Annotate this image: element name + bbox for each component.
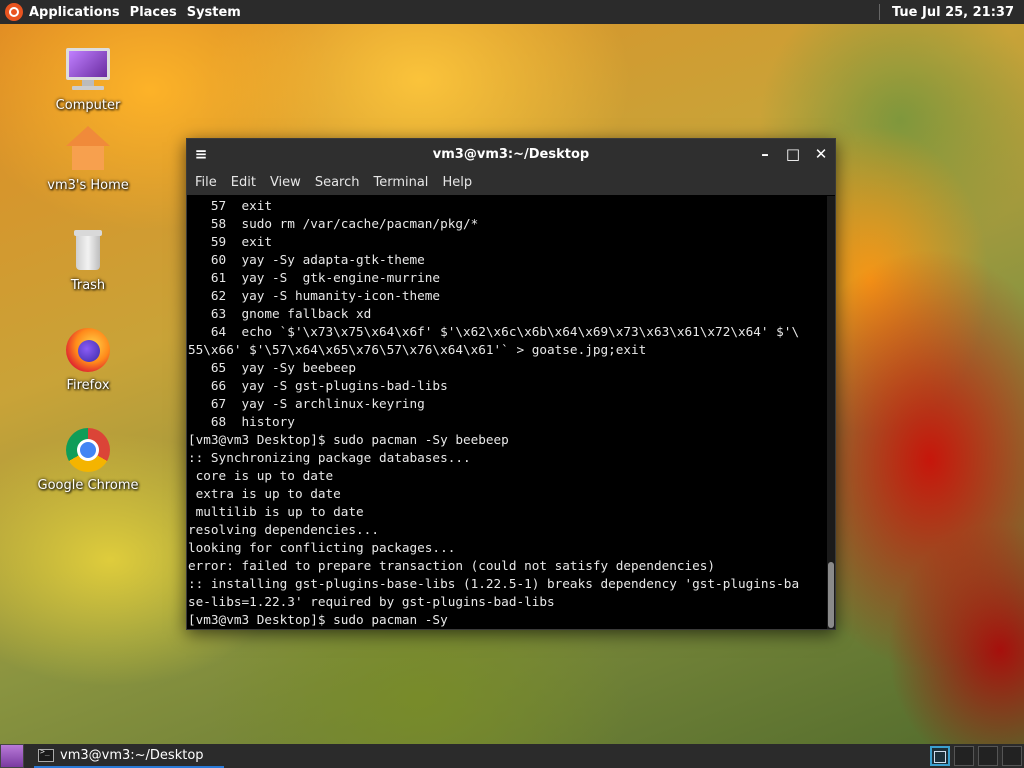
desktop-icon-chrome[interactable]: Google Chrome xyxy=(33,426,143,493)
terminal-line: 65 yay -Sy beebeep xyxy=(188,360,357,375)
terminal-titlebar[interactable]: ≡ vm3@vm3:~/Desktop – □ ✕ xyxy=(187,139,835,169)
home-folder-icon xyxy=(64,126,112,174)
terminal-line: :: installing gst-plugins-base-libs (1.2… xyxy=(188,576,800,591)
terminal-line: 63 gnome fallback xd xyxy=(188,306,372,321)
scrollbar-thumb[interactable] xyxy=(828,562,834,628)
panel-separator xyxy=(878,4,880,20)
bottom-panel: vm3@vm3:~/Desktop xyxy=(0,744,1024,768)
menu-help[interactable]: Help xyxy=(442,175,472,190)
clock[interactable]: Tue Jul 25, 21:37 xyxy=(892,5,1014,20)
maximize-icon[interactable]: □ xyxy=(779,139,807,169)
close-icon[interactable]: ✕ xyxy=(807,139,835,169)
terminal-output[interactable]: 57 exit 58 sudo rm /var/cache/pacman/pkg… xyxy=(187,196,829,629)
desktop-icon-trash[interactable]: Trash xyxy=(33,226,143,293)
terminal-line: 66 yay -S gst-plugins-bad-libs xyxy=(188,378,448,393)
menu-applications[interactable]: Applications xyxy=(29,5,120,20)
workspace-3[interactable] xyxy=(978,746,998,766)
desktop-icon-label: Firefox xyxy=(66,378,110,393)
menu-terminal[interactable]: Terminal xyxy=(373,175,428,190)
computer-icon xyxy=(64,46,112,94)
terminal-line: 67 yay -S archlinux-keyring xyxy=(188,396,425,411)
terminal-scrollbar[interactable] xyxy=(827,196,835,629)
terminal-prompt-line: [vm3@vm3 Desktop]$ sudo pacman -Sy xyxy=(188,612,448,627)
terminal-line: resolving dependencies... xyxy=(188,522,379,537)
window-title: vm3@vm3:~/Desktop xyxy=(432,146,590,162)
desktop-icon-label: Google Chrome xyxy=(37,478,139,493)
show-desktop-button[interactable] xyxy=(0,744,24,768)
menu-edit[interactable]: Edit xyxy=(231,175,256,190)
terminal-line: 68 history xyxy=(188,414,295,429)
terminal-lines: 57 exit 58 sudo rm /var/cache/pacman/pkg… xyxy=(187,196,829,629)
terminal-line: se-libs=1.22.3' required by gst-plugins-… xyxy=(188,594,555,609)
terminal-line: 55\x66' $'\57\x64\x65\x76\57\x76\x64\x61… xyxy=(188,342,647,357)
terminal-line: looking for conflicting packages... xyxy=(188,540,456,555)
workspace-2[interactable] xyxy=(954,746,974,766)
window-menu-icon[interactable]: ≡ xyxy=(187,139,215,169)
terminal-line: 61 yay -S gtk-engine-murrine xyxy=(188,270,441,285)
desktop-icon-computer[interactable]: Computer xyxy=(33,46,143,113)
terminal-line: 58 sudo rm /var/cache/pacman/pkg/* xyxy=(188,216,479,231)
terminal-icon xyxy=(38,747,54,762)
desktop-icon-firefox[interactable]: Firefox xyxy=(33,326,143,393)
workspace-switcher xyxy=(926,746,1022,766)
terminal-line: 64 echo `$'\x73\x75\x64\x6f' $'\x62\x6c\… xyxy=(188,324,800,339)
chrome-icon xyxy=(64,426,112,474)
terminal-line: :: Synchronizing package databases... xyxy=(188,450,471,465)
terminal-line: multilib is up to date xyxy=(188,504,364,519)
terminal-line: 62 yay -S humanity-icon-theme xyxy=(188,288,441,303)
minimize-icon[interactable]: – xyxy=(751,139,779,169)
terminal-line: 57 exit xyxy=(188,198,273,213)
terminal-line: extra is up to date xyxy=(188,486,341,501)
terminal-line: [vm3@vm3 Desktop]$ sudo pacman -Sy beebe… xyxy=(188,432,509,447)
top-panel: Applications Places System Tue Jul 25, 2… xyxy=(0,0,1024,24)
menu-system[interactable]: System xyxy=(187,5,241,20)
desktop-icon-home[interactable]: vm3's Home xyxy=(33,126,143,193)
menu-file[interactable]: File xyxy=(195,175,217,190)
desktop-icon-label: Trash xyxy=(70,278,106,293)
terminal-menubar: File Edit View Search Terminal Help xyxy=(187,169,835,195)
terminal-window[interactable]: ≡ vm3@vm3:~/Desktop – □ ✕ File Edit View… xyxy=(186,138,836,630)
menu-view[interactable]: View xyxy=(270,175,301,190)
window-controls: – □ ✕ xyxy=(751,139,835,169)
terminal-line: error: failed to prepare transaction (co… xyxy=(188,558,716,573)
terminal-line: core is up to date xyxy=(188,468,334,483)
desktop-icon-label: vm3's Home xyxy=(47,178,129,193)
workspace-4[interactable] xyxy=(1002,746,1022,766)
terminal-line: 60 yay -Sy adapta-gtk-theme xyxy=(188,252,425,267)
desktop-icon-label: Computer xyxy=(55,98,121,113)
firefox-icon xyxy=(64,326,112,374)
taskbar-item-label: vm3@vm3:~/Desktop xyxy=(60,747,204,763)
taskbar-item-terminal[interactable]: vm3@vm3:~/Desktop xyxy=(34,744,224,768)
ubuntu-logo-icon[interactable] xyxy=(5,3,23,21)
terminal-line: 59 exit xyxy=(188,234,273,249)
trash-icon xyxy=(64,226,112,274)
panel-right-area: Tue Jul 25, 21:37 xyxy=(878,4,1024,20)
menu-search[interactable]: Search xyxy=(315,175,360,190)
workspace-1[interactable] xyxy=(930,746,950,766)
menu-places[interactable]: Places xyxy=(130,5,177,20)
